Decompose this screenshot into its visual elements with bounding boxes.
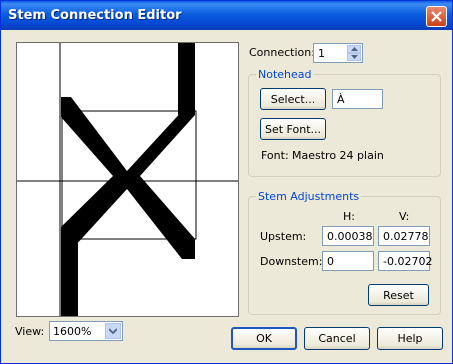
font-label: Font: [261, 149, 289, 162]
spin-down-button[interactable] [347, 53, 361, 61]
upstem-label: Upstem: [260, 230, 307, 243]
stem-adjustments-title: Stem Adjustments [256, 190, 362, 203]
close-button[interactable] [426, 6, 447, 27]
downstem-h-field[interactable]: 0 [322, 251, 374, 271]
connection-stepper[interactable]: 1 [313, 43, 363, 63]
select-button[interactable]: Select... [260, 88, 326, 110]
ok-button[interactable]: OK [231, 327, 297, 350]
view-dropdown-button[interactable] [105, 323, 121, 339]
title-bar[interactable]: Stem Connection Editor [1, 1, 452, 30]
spin-up-icon [350, 47, 358, 51]
font-value: Maestro 24 plain [292, 149, 384, 162]
view-label: View: [15, 325, 45, 338]
spin-up-button[interactable] [347, 45, 361, 53]
spin-down-icon [350, 55, 358, 59]
notehead-glyph [61, 97, 195, 259]
notehead-group-title: Notehead [256, 68, 314, 81]
column-h-label: H: [343, 210, 355, 223]
downstem-v-field[interactable]: -0.02702 [378, 251, 432, 271]
notehead-preview[interactable] [16, 42, 239, 317]
downstem-bar [61, 239, 78, 316]
close-icon [431, 11, 442, 22]
chevron-down-icon [109, 328, 117, 334]
column-v-label: V: [399, 210, 410, 223]
cancel-button[interactable]: Cancel [304, 327, 370, 350]
downstem-label: Downstem: [260, 255, 323, 268]
connection-label: Connection: [249, 46, 315, 59]
upstem-v-field[interactable]: 0.02778 [378, 226, 430, 246]
upstem-h-field[interactable]: 0.00038 [322, 226, 374, 246]
reset-button[interactable]: Reset [368, 284, 429, 306]
notehead-char-field[interactable]: À [332, 89, 383, 109]
view-zoom-select[interactable]: 1600% [49, 321, 123, 341]
dialog-window: Stem Connection Editor Connection: 1 Not… [0, 0, 453, 364]
window-title: Stem Connection Editor [8, 8, 182, 23]
view-zoom-value: 1600% [53, 325, 92, 338]
notehead-preview-canvas [17, 43, 238, 316]
connection-value: 1 [318, 47, 325, 60]
help-button[interactable]: Help [377, 327, 443, 350]
set-font-button[interactable]: Set Font... [260, 118, 326, 140]
